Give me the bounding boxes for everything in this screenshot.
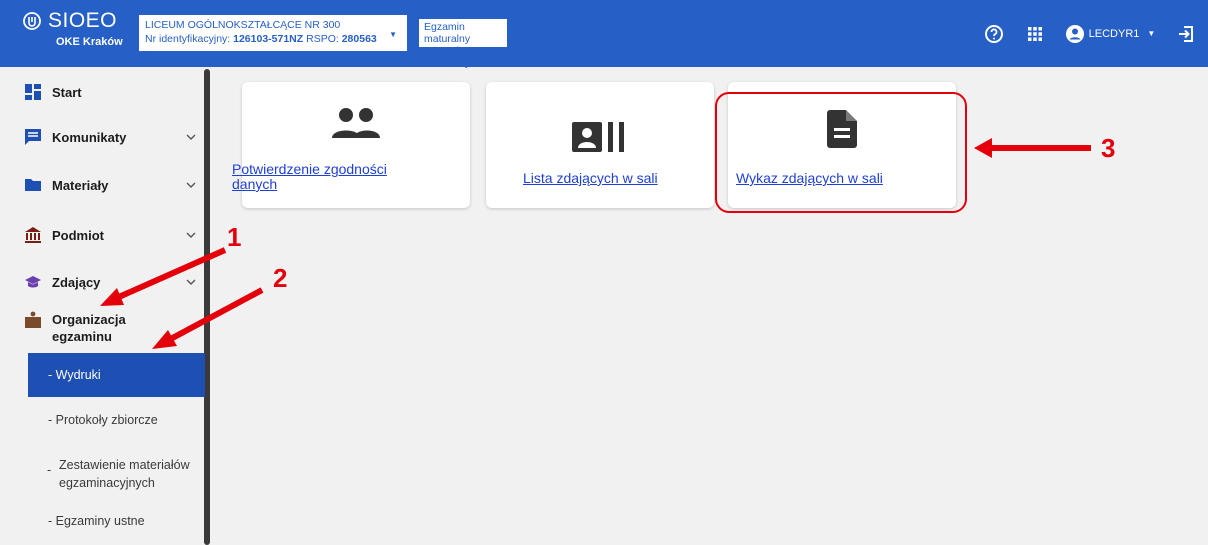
chevron-down-icon [186, 182, 196, 188]
card-link[interactable]: Lista zdających w sali [523, 171, 658, 186]
dashboard-icon [25, 84, 41, 100]
school-id: 126103-571NZ [233, 33, 304, 45]
account-icon [1065, 24, 1084, 43]
top-bar: SIOEO OKE Kraków LICEUM OGÓLNOKSZTAŁCĄCE… [0, 0, 1208, 69]
exam-selector[interactable]: Egzamin maturalny Egzamin maturalny [419, 19, 507, 69]
school-id-prefix: Nr identyfikacyjny: [145, 33, 231, 45]
logout-button[interactable] [1164, 24, 1208, 44]
folder-icon [25, 179, 41, 191]
apps-button[interactable] [1014, 26, 1056, 42]
rspo-value: 280563 [341, 33, 377, 45]
school-name: LICEUM OGÓLNOKSZTAŁCĄCE NR 300 [145, 19, 341, 31]
caret-down-icon: ▼ [389, 30, 397, 39]
sidebar-item-zdajacy[interactable]: Zdający [0, 272, 204, 292]
sidebar-subitem-protokoly[interactable]: - Protokoły zbiorcze [28, 413, 205, 427]
sidebar-item-label: Komunikaty [52, 129, 127, 145]
annotation-number-2: 2 [273, 263, 288, 293]
people-icon [332, 108, 380, 138]
help-icon [985, 24, 1003, 43]
logo[interactable]: SIOEO OKE Kraków [22, 10, 142, 48]
sidebar-item-organizacja-egzaminu[interactable]: Organizacja egzaminu [0, 311, 204, 347]
contact-list-icon [572, 122, 624, 152]
chevron-down-icon [186, 134, 196, 140]
chevron-down-icon [186, 279, 196, 285]
sidebar-item-label: Organizacja egzaminu [52, 312, 126, 344]
sidebar-item-label: Materiały [52, 177, 109, 193]
sidebar-subitem-label: - Wydruki [48, 368, 101, 382]
card-lista[interactable]: Lista zdających w sali [486, 82, 714, 208]
sidebar-item-label: Podmiot [52, 227, 104, 243]
sidebar-subitem-zestawienie[interactable]: - Zestawienie materiałów egzaminacyjnych [28, 456, 205, 492]
sidebar-item-label: Start [52, 84, 82, 100]
sidebar-item-label: Zdający [52, 274, 101, 290]
card-link[interactable]: Potwierdzenie zgodności danych [232, 162, 432, 192]
annotation-number-1: 1 [227, 222, 242, 252]
card-potwierdzenie[interactable]: Potwierdzenie zgodności danych [232, 82, 470, 208]
sidebar-subitem-egzaminy-ustne[interactable]: - Egzaminy ustne [28, 514, 205, 528]
school-selector[interactable]: LICEUM OGÓLNOKSZTAŁCĄCE NR 300 Nr identy… [139, 15, 407, 51]
organization-icon [25, 311, 41, 328]
sidebar-item-komunikaty[interactable]: Komunikaty [0, 127, 204, 147]
sidebar-subitem-label: - Egzaminy ustne [48, 514, 145, 528]
dash-icon: - [47, 463, 52, 477]
chevron-down-icon [186, 232, 196, 238]
logo-subtitle: OKE Kraków [56, 36, 123, 48]
logo-title: SIOEO [48, 9, 118, 32]
sidebar-item-materialy[interactable]: Materiały [0, 175, 204, 195]
sidebar-item-start[interactable]: Start [0, 82, 204, 102]
sidebar-subitem-wydruki[interactable]: - Wydruki [28, 353, 205, 397]
help-button[interactable] [974, 24, 1014, 44]
user-name: LECDYR1 [1088, 27, 1140, 40]
logout-icon [1179, 25, 1193, 42]
sidebar-subitem-label: - Protokoły zbiorcze [48, 413, 158, 427]
rspo-prefix: RSPO: [306, 33, 339, 45]
message-icon [25, 129, 41, 145]
exam-line-1: Egzamin maturalny [424, 21, 471, 45]
apps-grid-icon [1028, 26, 1042, 41]
caret-down-icon: ▼ [1147, 29, 1156, 38]
sidebar-item-podmiot[interactable]: Podmiot [0, 225, 204, 245]
highlight-box [715, 92, 967, 213]
exam-line-2: Egzamin maturalny [424, 45, 471, 69]
graduation-cap-icon [25, 276, 41, 288]
institution-icon [25, 227, 41, 243]
logo-icon [23, 12, 41, 30]
user-menu[interactable]: LECDYR1 ▼ [1056, 24, 1164, 44]
sidebar-subitem-label: Zestawienie materiałów egzaminacyjnych [59, 458, 190, 490]
annotation-number-3: 3 [1101, 133, 1116, 163]
